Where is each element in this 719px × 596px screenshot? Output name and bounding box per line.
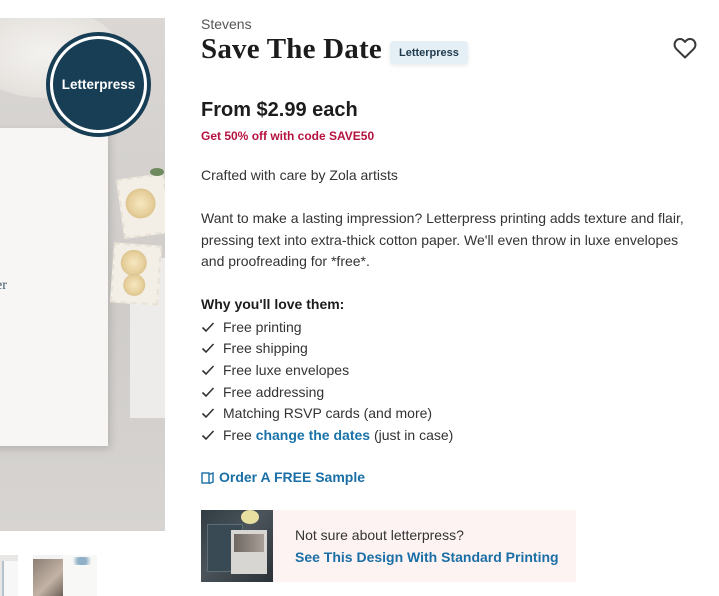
promo-code: Get 50% off with code SAVE50 [201,129,375,143]
feature-label: Free shipping [223,340,308,357]
letterpress-tag: Letterpress [390,41,468,64]
leaf-decoration [150,168,164,176]
feature-item: Matching RSVP cards (and more) [201,402,453,424]
feature-item: Free change the dates (just in case) [201,424,453,446]
product-title: Save The Date [201,33,382,65]
promo-question: Not sure about letterpress? [295,527,464,543]
standard-printing-promo[interactable]: Not sure about letterpress? See This Des… [201,510,576,582]
check-icon [201,343,215,354]
stamp-image [109,242,163,306]
feature-item: Free shipping [201,338,453,360]
feature-item: Free luxe envelopes [201,359,453,381]
stamp-image [116,172,165,240]
card-text-fragment: er [0,278,7,293]
standard-printing-link[interactable]: See This Design With Standard Printing [295,549,576,565]
feature-label: Free luxe envelopes [223,361,350,378]
gallery-thumbnail[interactable] [0,555,18,596]
heart-outline-icon[interactable] [673,37,697,59]
feature-suffix: (just in case) [373,426,454,443]
gallery-thumbnail[interactable] [33,555,97,596]
feature-list: Free printing Free shipping Free luxe en… [201,316,453,446]
badge-label: Letterpress [61,77,136,92]
letterpress-badge: Letterpress [50,36,147,133]
change-dates-link[interactable]: change the dates [256,427,370,443]
check-icon [201,387,215,397]
price: From $2.99 each [201,99,358,121]
crafted-note: Crafted with care by Zola artists [201,167,398,183]
feature-label: Free [223,426,252,443]
promo-text: Not sure about letterpress? See This Des… [273,510,576,582]
feature-label: Free addressing [223,383,325,400]
feature-label: Free printing [223,318,302,335]
feature-item: Free addressing [201,381,453,403]
check-icon [201,430,215,440]
why-heading: Why you'll love them: [201,296,345,312]
check-icon [201,322,215,332]
sample-card-icon [201,471,214,484]
feature-label: Matching RSVP cards (and more) [223,405,433,422]
card-preview [0,128,108,446]
feature-item: Free printing [201,316,453,338]
order-sample-link[interactable]: Order A FREE Sample [201,469,365,485]
check-icon [201,408,215,419]
standard-printing-thumbnail[interactable] [201,510,273,582]
designer-name[interactable]: Stevens [201,16,252,32]
order-sample-label: Order A FREE Sample [219,469,366,485]
product-description: Want to make a lasting impression? Lette… [201,210,684,270]
check-icon [201,365,215,376]
